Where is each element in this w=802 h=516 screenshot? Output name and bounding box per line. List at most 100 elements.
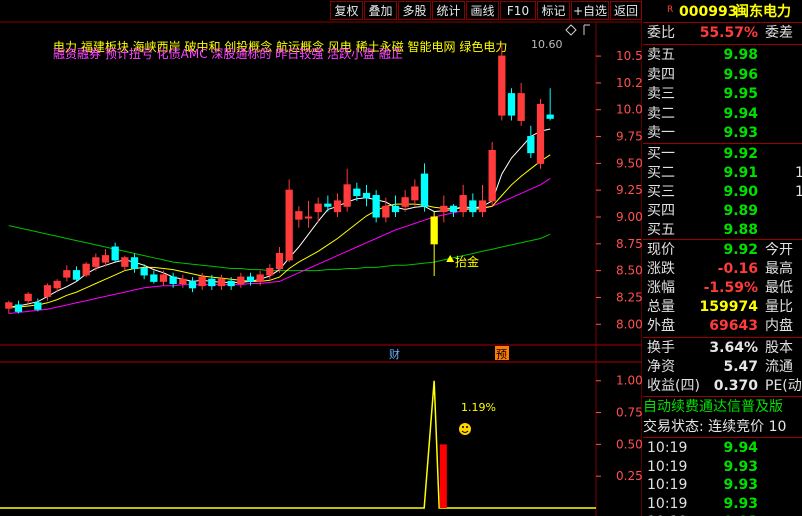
candle-body xyxy=(130,257,139,269)
ask-row[interactable]: 卖一 9.93 xyxy=(643,124,802,142)
ask-row[interactable]: 卖五 9.98 xyxy=(643,46,802,64)
tick-price: 9.94 xyxy=(723,440,758,456)
signal-percent: 1.19% xyxy=(461,401,496,414)
ask-row-label: 卖五 xyxy=(647,47,675,63)
candle-body xyxy=(353,188,361,197)
tick-time: 10:19 xyxy=(647,440,688,456)
candle-body xyxy=(92,257,100,267)
ask-row-label: 卖三 xyxy=(647,86,675,102)
candle-body xyxy=(430,216,438,245)
tick-row[interactable]: 10:19 9.94 xyxy=(643,439,802,457)
financial-report-marker[interactable]: 财 xyxy=(389,347,400,361)
ask-row[interactable]: 卖四 9.96 xyxy=(643,66,802,84)
stat2-row-label: 收益(四) xyxy=(647,378,700,394)
stat-row[interactable]: 涨幅 -1.59% 最低 xyxy=(643,279,802,297)
signal-label: 抬金 xyxy=(455,254,479,269)
stat2-row-label: 换手 xyxy=(647,340,675,356)
candle-body xyxy=(324,203,332,207)
forecast-marker[interactable]: 预 xyxy=(496,348,507,361)
bid-row-value: 9.91 xyxy=(723,165,758,181)
notice-line1[interactable]: 自动续费通达信普及版 xyxy=(643,398,783,416)
bid-row[interactable]: 买一 9.92 xyxy=(643,145,802,163)
price-tick: 9.25 xyxy=(616,183,642,197)
candle-body xyxy=(227,280,235,287)
candle-body xyxy=(527,136,535,154)
indicator-tick: 1.00 xyxy=(616,374,642,388)
ma10-line xyxy=(8,154,551,308)
ask-row-value: 9.96 xyxy=(723,66,758,83)
stat-row[interactable]: 现价 9.92 今开 xyxy=(643,241,802,259)
ask-row-label: 卖一 xyxy=(647,125,675,141)
candle-body xyxy=(440,205,448,213)
ask-row[interactable]: 卖二 9.94 xyxy=(643,105,802,123)
candle-body xyxy=(159,274,168,282)
tick-time: 10:19 xyxy=(647,477,688,493)
tick-row[interactable]: 10:19 9.93 xyxy=(643,495,802,513)
ask-row[interactable]: 卖三 9.95 xyxy=(643,85,802,103)
candle-body xyxy=(82,263,90,276)
bid-row-value: 9.89 xyxy=(723,203,758,219)
candle-body xyxy=(140,267,148,276)
smiley-icon xyxy=(459,423,471,435)
candle-body xyxy=(488,149,496,202)
candle-body xyxy=(24,293,32,302)
stat-row[interactable]: 涨跌 -0.16 最高 xyxy=(643,260,802,278)
bid-row[interactable]: 买四 9.89 xyxy=(643,202,802,220)
indicator-tick: 0.50 xyxy=(616,437,642,451)
candle-body xyxy=(43,285,52,297)
candle-body xyxy=(53,280,61,289)
stock-name: 闽东电力 xyxy=(735,4,791,20)
indicator-line xyxy=(0,380,596,509)
bid-row-label: 买五 xyxy=(647,222,675,238)
stat-row-label: 现价 xyxy=(647,242,675,258)
candle-body xyxy=(237,276,245,285)
corner-icon[interactable] xyxy=(583,24,590,35)
price-tick: 9.50 xyxy=(616,156,642,170)
candle-body xyxy=(507,93,516,116)
candle-body xyxy=(101,255,110,263)
ma5-line xyxy=(8,128,551,308)
stat-row-label2: 内盘 xyxy=(765,318,793,334)
stat-row-value: 159974 xyxy=(699,299,758,315)
price-axis: 10.50 10.25 10.00 9.75 9.50 9.25 9.00 8.75 8.50 8… xyxy=(596,49,642,331)
high-price-mark: 10.60 xyxy=(531,38,563,51)
stat-row[interactable]: 外盘 69643 内盘 xyxy=(643,317,802,335)
candle-body xyxy=(111,246,119,261)
stat2-row[interactable]: 换手 3.64% 股本 xyxy=(643,339,802,357)
stat2-row-value: 3.64% xyxy=(709,340,758,356)
candle-body xyxy=(333,200,342,213)
candle-body xyxy=(411,186,419,201)
stat2-row-value: 5.47 xyxy=(723,359,758,375)
tick-row[interactable]: 10:19 9.93 xyxy=(643,458,802,476)
candle-body xyxy=(362,192,371,199)
candle-body xyxy=(449,205,458,213)
stat-row-label: 涨幅 xyxy=(647,280,675,296)
bid-row[interactable]: 买五 9.88 xyxy=(643,221,802,239)
stock-code: 000993 xyxy=(679,4,738,20)
candle-body xyxy=(34,302,42,310)
candle-body xyxy=(72,270,81,280)
tick-price: 9.93 xyxy=(723,477,758,493)
stat-row-label: 外盘 xyxy=(647,318,675,334)
ma10-line xyxy=(8,154,551,308)
stat2-row[interactable]: 收益(四) 0.370 PE(动 xyxy=(643,377,802,395)
notice-line2: 交易状态: 连续竞价 10 xyxy=(643,419,787,435)
stat-row[interactable]: 总量 159974 量比 xyxy=(643,298,802,316)
tick-row[interactable]: 10:19 9.93 xyxy=(643,476,802,494)
stat2-row-value: 0.370 xyxy=(713,378,758,394)
stat2-row[interactable]: 净资 5.47 流通 xyxy=(643,358,802,376)
stat-row-label: 涨跌 xyxy=(647,261,675,277)
candle-body xyxy=(517,93,525,121)
kline-chart[interactable]: 10.50 10.25 10.00 9.75 9.50 9.25 9.00 8.75 8.50 8… xyxy=(0,0,642,516)
ask-row-label: 卖四 xyxy=(647,66,675,83)
stat-row-value: -0.16 xyxy=(717,261,758,277)
bid-volume: 1 xyxy=(795,165,802,181)
price-tick: 10.50 xyxy=(616,49,642,63)
tick-time: 10:19 xyxy=(647,495,688,512)
price-tick: 10.25 xyxy=(616,76,642,90)
bid-row[interactable]: 买二 9.91 1 xyxy=(643,164,802,182)
bid-row[interactable]: 买三 9.90 1 xyxy=(643,183,802,201)
candle-body xyxy=(121,257,129,267)
diamond-icon[interactable] xyxy=(565,24,577,36)
candle-body xyxy=(498,55,506,116)
